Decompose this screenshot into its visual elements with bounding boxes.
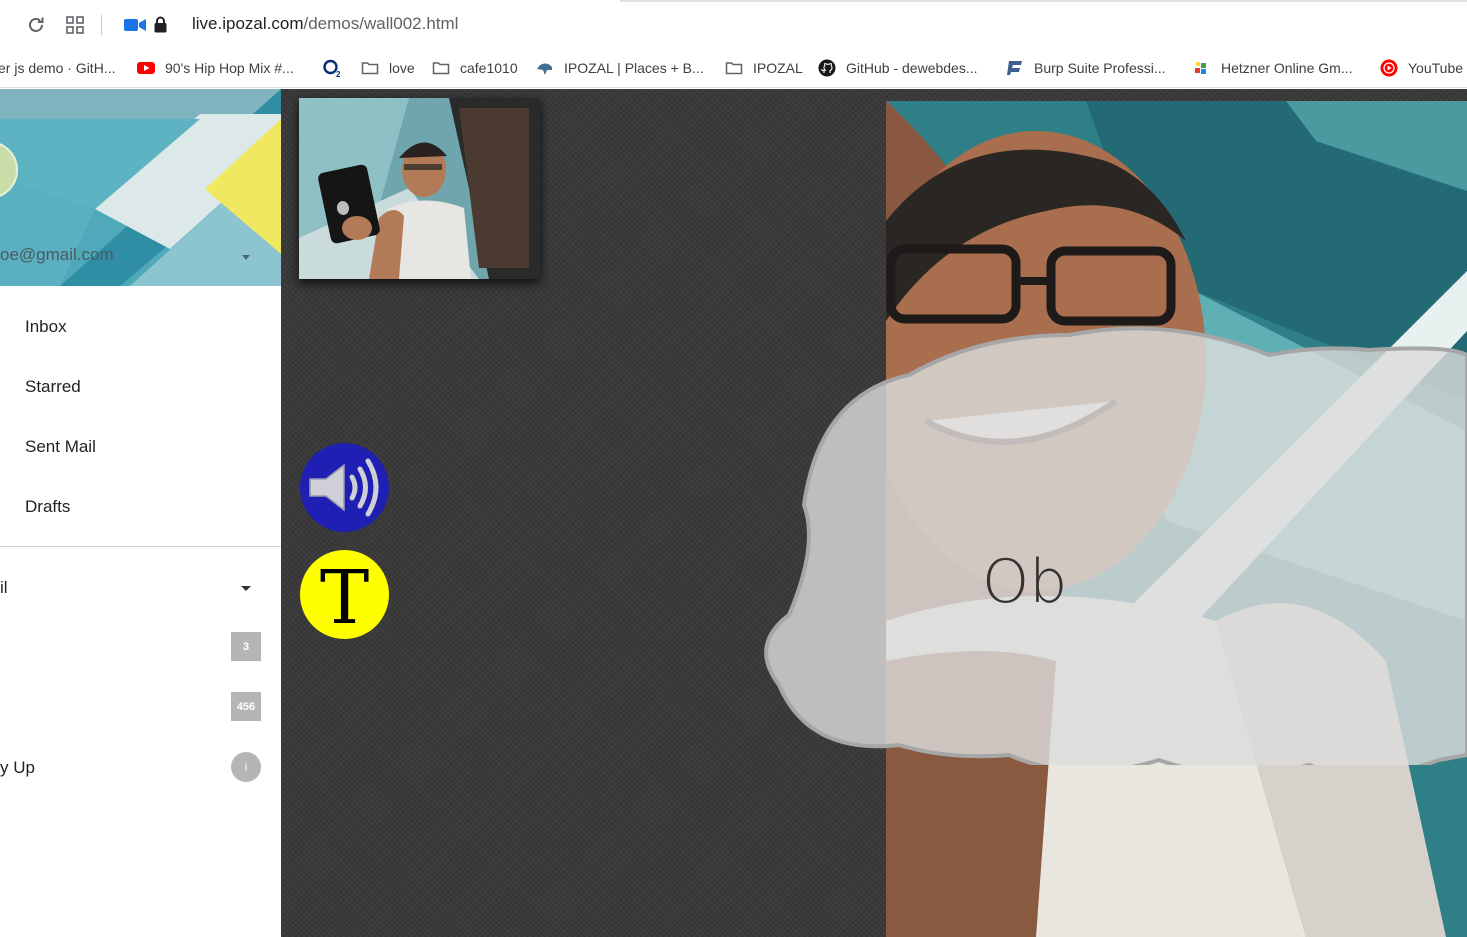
bookmark-label: GitHub - dewebdes... (846, 60, 978, 76)
bookmark-label: 90's Hip Hop Mix #... (165, 60, 294, 76)
svg-text:2: 2 (336, 70, 341, 77)
burp-icon (1007, 61, 1022, 75)
bookmark-label: cafe1010 (460, 60, 518, 76)
follow-up-label[interactable]: y Up (0, 758, 35, 778)
speaker-button[interactable] (300, 443, 389, 532)
tab-strip-edge (620, 0, 1467, 2)
bookmark-label: Burp Suite Professi... (1034, 60, 1166, 76)
youtube-music-icon (1380, 59, 1398, 77)
sidebar-header: oe@gmail.com (0, 89, 281, 286)
folder-icon (432, 62, 450, 75)
section-label[interactable]: il (0, 578, 8, 598)
speech-cloud-text: Ob (982, 547, 1068, 617)
reload-icon[interactable] (26, 15, 46, 35)
tab-search-icon[interactable] (66, 16, 84, 34)
bookmark-github-dewebdes[interactable]: GitHub - dewebdes... (818, 58, 978, 78)
toolbar-separator (101, 15, 102, 35)
sidebar-divider (0, 546, 281, 547)
bookmark-burp-suite[interactable]: Burp Suite Professi... (1006, 58, 1166, 78)
camera-in-use-icon[interactable] (124, 18, 146, 32)
url-host: live.ipozal.com (192, 14, 304, 33)
local-video-frame (299, 98, 540, 279)
account-email: oe@gmail.com (0, 245, 114, 264)
bookmark-github-demo[interactable]: er js demo · GitH... (0, 58, 115, 78)
bookmark-label: love (389, 60, 415, 76)
github-icon (818, 59, 836, 77)
wall-stage: T Ob (281, 89, 1467, 937)
mail-sidebar: oe@gmail.com Inbox Starred Sent Mail Dra… (0, 89, 281, 937)
speech-cloud (764, 326, 1467, 765)
bookmark-folder-love[interactable]: love (361, 58, 415, 78)
nav-item-sent-mail[interactable]: Sent Mail (25, 437, 96, 457)
account-dropdown-icon[interactable] (242, 255, 250, 260)
bookmark-label: IPOZAL (753, 60, 803, 76)
text-tool-label: T (319, 554, 370, 641)
lock-icon[interactable] (154, 16, 167, 33)
bookmark-label: er js demo · GitH... (0, 60, 116, 76)
o2-icon: 2 (323, 59, 341, 77)
bookmark-folder-cafe1010[interactable]: cafe1010 (432, 58, 518, 78)
nav-item-inbox[interactable]: Inbox (25, 317, 67, 337)
bookmark-label: YouTube (1408, 60, 1464, 76)
count-badge: 3 (231, 632, 261, 661)
bookmark-o2[interactable]: 2 (323, 58, 351, 78)
folder-icon (725, 62, 743, 75)
speaker-icon (309, 458, 379, 517)
youtube-icon (137, 62, 155, 74)
local-video-thumbnail[interactable] (299, 98, 540, 279)
bookmarks-bar: er js demo · GitH... 90's Hip Hop Mix #.… (0, 50, 1467, 88)
ipozal-icon (537, 63, 553, 75)
bookmark-ipozal-places[interactable]: IPOZAL | Places + B... (536, 58, 704, 78)
count-badge: 456 (231, 692, 261, 721)
bookmark-label: IPOZAL | Places + B... (564, 60, 704, 76)
bookmark-youtube[interactable]: YouTube (1380, 58, 1463, 78)
section-toggle-icon[interactable] (241, 586, 251, 591)
folder-icon (361, 62, 379, 75)
bookmark-folder-ipozal[interactable]: IPOZAL (725, 58, 803, 78)
bookmark-label: Hetzner Online Gm... (1221, 60, 1353, 76)
info-badge: i (231, 752, 261, 782)
address-bar: live.ipozal.com/demos/wall002.html (0, 0, 1467, 50)
text-tool-button[interactable]: T (300, 550, 389, 639)
bookmark-hetzner[interactable]: Hetzner Online Gm... (1193, 58, 1353, 78)
url-field[interactable]: live.ipozal.com/demos/wall002.html (192, 14, 458, 34)
nav-item-drafts[interactable]: Drafts (25, 497, 70, 517)
url-path: /demos/wall002.html (303, 14, 459, 33)
hetzner-icon (1195, 62, 1206, 74)
bookmark-hiphop-mix[interactable]: 90's Hip Hop Mix #... (137, 58, 294, 78)
nav-item-starred[interactable]: Starred (25, 377, 81, 397)
